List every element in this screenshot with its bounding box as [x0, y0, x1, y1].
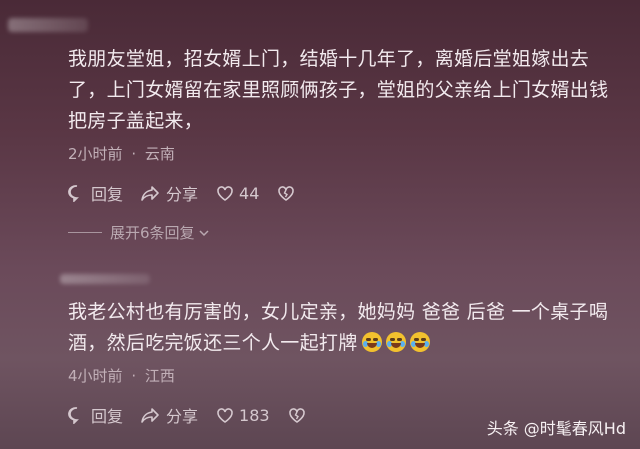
comment-1: 我朋友堂姐，招女婿上门，结婚十几年了，离婚后堂姐嫁出去了，上门女婿留在家里照顾俩…	[68, 44, 622, 205]
crying-laugh-emoji	[385, 332, 406, 352]
meta-separator: ·	[131, 145, 137, 163]
like-button[interactable]: 44	[216, 184, 259, 203]
dislike-button[interactable]	[277, 185, 300, 202]
broken-heart-icon	[278, 185, 295, 201]
reply-icon	[68, 407, 79, 424]
broken-heart-icon	[288, 407, 305, 423]
reply-button[interactable]: 回复	[68, 403, 123, 427]
watermark: 头条 @时髦春风Hd	[486, 419, 626, 438]
share-label: 分享	[166, 185, 199, 204]
share-label: 分享	[166, 407, 199, 426]
comment-location: 云南	[144, 145, 175, 163]
comment-time: 4小时前	[68, 367, 123, 385]
reply-icon	[68, 185, 79, 202]
share-icon	[141, 408, 159, 423]
comment-text: 我老公村也有厉害的，女儿定亲，她妈妈 爸爸 后爸 一个桌子喝酒，然后吃完饭还三个…	[68, 297, 622, 359]
like-button[interactable]: 183	[216, 406, 270, 425]
reply-label: 回复	[91, 185, 124, 204]
heart-icon	[217, 407, 233, 423]
expand-label: 展开6条回复	[110, 224, 195, 242]
expand-divider	[68, 232, 102, 233]
share-button[interactable]: 分享	[141, 403, 198, 427]
comment-text: 我朋友堂姐，招女婿上门，结婚十几年了，离婚后堂姐嫁出去了，上门女婿留在家里照顾俩…	[68, 48, 609, 132]
comment-actions: 回复 分享 44	[68, 181, 622, 205]
username-blurred-2[interactable]	[60, 274, 150, 284]
comment-meta: 2小时前 · 云南	[68, 143, 622, 165]
chevron-down-icon	[199, 229, 209, 236]
like-count: 183	[239, 405, 270, 425]
crying-laugh-emoji	[409, 332, 430, 352]
meta-separator: ·	[131, 367, 137, 385]
reply-label: 回复	[91, 407, 124, 426]
crying-laugh-emoji	[361, 332, 382, 352]
comment-location: 江西	[144, 367, 175, 385]
like-count: 44	[239, 183, 260, 203]
expand-replies-button[interactable]: 展开6条回复	[68, 222, 210, 243]
comment-text-body: 我老公村也有厉害的，女儿定亲，她妈妈 爸爸 后爸 一个桌子喝酒，然后吃完饭还三个…	[68, 301, 609, 354]
comment-2: 我老公村也有厉害的，女儿定亲，她妈妈 爸爸 后爸 一个桌子喝酒，然后吃完饭还三个…	[68, 297, 622, 427]
reply-button[interactable]: 回复	[68, 181, 123, 205]
share-icon	[141, 186, 159, 201]
username-blurred-1[interactable]	[8, 18, 88, 32]
comment-time: 2小时前	[68, 145, 123, 163]
share-button[interactable]: 分享	[141, 181, 198, 205]
dislike-button[interactable]	[288, 407, 311, 424]
heart-icon	[217, 185, 233, 201]
comment-meta: 4小时前 · 江西	[68, 365, 622, 387]
